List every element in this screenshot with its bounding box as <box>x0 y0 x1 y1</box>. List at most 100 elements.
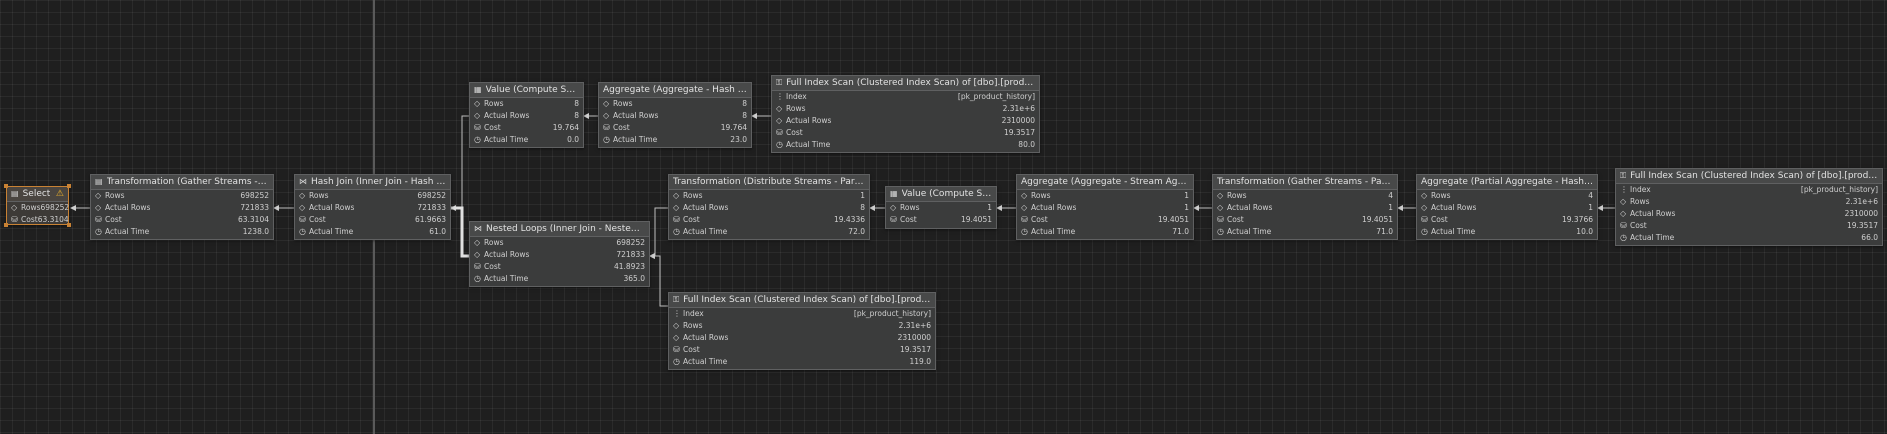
resize-handle[interactable] <box>4 184 8 188</box>
diamond-icon: ◇ <box>474 250 481 259</box>
node-row: ◇ Actual Rows 1 <box>1213 202 1397 214</box>
row-value: 10.0 <box>1576 227 1593 236</box>
node-nested-loops[interactable]: ⋈ Nested Loops (Inner Join - Nested Loops… <box>469 221 650 287</box>
node-gather-streams-2[interactable]: Transformation (Gather Streams - Paralle… <box>1212 174 1398 240</box>
node-index-scan-3[interactable]: ⚿ Full Index Scan (Clustered Index Scan) … <box>668 292 936 370</box>
row-value: 63.3104 <box>237 215 269 224</box>
row-label: Rows <box>21 203 41 212</box>
row-value: 721833 <box>240 203 269 212</box>
row-label: Cost <box>683 215 700 224</box>
table-icon: ▦ <box>474 85 482 94</box>
database-icon: ⛁ <box>474 262 481 271</box>
node-partial-aggregate[interactable]: Aggregate (Partial Aggregate - Hash Matc… <box>1416 174 1598 240</box>
node-header: ⋈ Nested Loops (Inner Join - Nested Loops… <box>470 222 649 237</box>
row-value: 19.3766 <box>1561 215 1593 224</box>
row-value: 698252 <box>40 203 70 212</box>
node-stream-aggregate[interactable]: Aggregate (Aggregate - Stream Aggregate)… <box>1016 174 1194 240</box>
node-title: Value (Compute Scalar) <box>485 85 579 95</box>
database-icon: ⛁ <box>1021 215 1028 224</box>
row-label: Rows <box>484 238 504 247</box>
row-label: Actual Rows <box>484 250 530 259</box>
node-header: ⚿ Full Index Scan (Clustered Index Scan) … <box>772 76 1039 91</box>
row-value: 63.3104 <box>37 215 69 224</box>
row-value: 4 <box>1388 191 1393 200</box>
node-row: ⛁ Cost 19.764 <box>470 122 583 134</box>
row-value: 19.764 <box>720 123 747 132</box>
row-label: Actual Time <box>613 135 658 144</box>
row-label: Actual Time <box>1630 233 1675 242</box>
node-row: ◷ Actual Time 71.0 <box>1213 226 1397 238</box>
diamond-icon: ◇ <box>603 111 610 120</box>
node-gather-streams[interactable]: ▤Transformation (Gather Streams - Parall… <box>90 174 274 240</box>
resize-handle[interactable] <box>67 223 71 227</box>
clock-icon: ◷ <box>1421 227 1428 236</box>
node-distribute-streams[interactable]: Transformation (Distribute Streams - Par… <box>668 174 870 240</box>
resize-handle[interactable] <box>67 184 71 188</box>
clock-icon: ◷ <box>776 140 783 149</box>
node-compute-scalar[interactable]: ▦Value (Compute Scalar)◇Rows8◇Actual Row… <box>469 82 584 148</box>
row-value: 72.0 <box>848 227 865 236</box>
node-row: ⛁ Cost 63.3104 <box>7 214 69 226</box>
row-value: 71.0 <box>1172 227 1189 236</box>
database-icon: ⛁ <box>1217 215 1224 224</box>
node-hash-join[interactable]: ⋈ Hash Join (Inner Join - Hash Match) ◇Row… <box>294 174 451 240</box>
row-value: 698252 <box>417 191 446 200</box>
node-index-scan-2[interactable]: ⚿ Full Index Scan (Clustered Index Scan) … <box>1615 168 1883 246</box>
row-value: 80.0 <box>1018 140 1035 149</box>
node-row: ⛁ Cost 19.4051 <box>886 214 996 226</box>
row-label: Cost <box>309 215 326 224</box>
row-label: Actual Rows <box>484 111 530 120</box>
row-value: 365.0 <box>623 274 645 283</box>
row-label: Rows <box>683 321 703 330</box>
diamond-icon: ◇ <box>299 203 306 212</box>
node-header: ▤ Select ⚠ <box>7 187 68 202</box>
shuffle-icon: ▤ <box>95 177 103 186</box>
node-row: ◇ Rows 698252 <box>7 202 70 214</box>
warning-icon[interactable]: ⚠ <box>56 187 64 201</box>
row-value: [pk_product_history] <box>853 309 931 318</box>
row-label: Actual Time <box>1431 227 1476 236</box>
node-compute-scalar-2[interactable]: ▦Value (Compute Scalar)◇Rows1⛁Cost19.405… <box>885 186 997 229</box>
node-header: Aggregate (Aggregate - Hash Match) <box>599 83 751 98</box>
database-icon: ⛁ <box>673 345 680 354</box>
node-row: ◷ Actual Time 71.0 <box>1017 226 1193 238</box>
row-value: 19.4051 <box>1157 215 1189 224</box>
row-label: Rows <box>613 99 633 108</box>
row-label: Cost <box>1031 215 1048 224</box>
row-label: Cost <box>1431 215 1448 224</box>
wire-nested-hashjoin <box>451 206 469 258</box>
node-select[interactable]: ▤ Select ⚠ ◇ Rows 698252 ⛁ Cost 63.3104 <box>4 184 71 227</box>
node-index-scan[interactable]: ⚿ Full Index Scan (Clustered Index Scan) … <box>771 75 1040 153</box>
diamond-icon: ◇ <box>673 333 680 342</box>
row-label: Actual Rows <box>1227 203 1273 212</box>
row-value: 2.31e+6 <box>898 321 931 330</box>
row-label: Rows <box>1630 197 1650 206</box>
node-row: ⛁ Cost 19.3517 <box>772 127 1039 139</box>
database-icon: ⛁ <box>1421 215 1428 224</box>
diamond-icon: ◇ <box>776 116 783 125</box>
node-title: Nested Loops (Inner Join - Nested Loops) <box>486 224 645 234</box>
diamond-icon: ◇ <box>673 203 680 212</box>
database-icon: ⛁ <box>474 123 481 132</box>
list-icon: ⋮ <box>1620 185 1628 194</box>
node-row: ◷ Actual Time 66.0 <box>1616 232 1882 244</box>
resize-handle[interactable] <box>4 223 8 227</box>
database-icon: ⛁ <box>603 123 610 132</box>
diamond-icon: ◇ <box>1021 203 1028 212</box>
node-row: ◇ Actual Rows 1 <box>1417 202 1597 214</box>
row-label: Rows <box>786 104 806 113</box>
node-title: Transformation (Distribute Streams - Par… <box>673 177 865 187</box>
row-label: Cost <box>683 345 700 354</box>
node-row: ◇ Actual Rows 2310000 <box>1616 208 1882 220</box>
row-value: 19.764 <box>552 123 579 132</box>
node-row: ◇ Actual Rows 2310000 <box>669 332 935 344</box>
database-icon: ⛁ <box>776 128 783 137</box>
row-label: Actual Time <box>1227 227 1272 236</box>
clock-icon: ◷ <box>95 227 102 236</box>
node-row: ◷ Actual Time 365.0 <box>470 273 649 285</box>
node-header: ▤Transformation (Gather Streams - Parall… <box>91 175 273 190</box>
node-hash-aggregate[interactable]: Aggregate (Aggregate - Hash Match) ◇Rows 8… <box>598 82 752 148</box>
wire-value1-hashjoin <box>450 115 469 211</box>
row-label: Cost <box>786 128 803 137</box>
row-label: Cost <box>613 123 630 132</box>
